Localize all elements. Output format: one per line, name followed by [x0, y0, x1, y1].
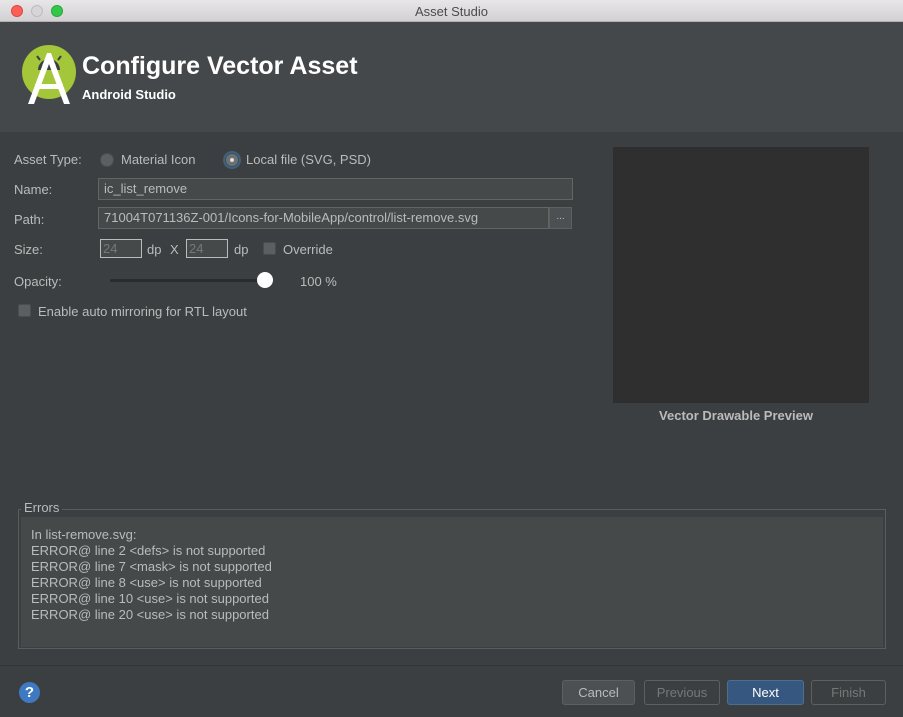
opacity-slider-knob[interactable] [257, 272, 273, 288]
error-line: ERROR@ line 8 <use> is not supported [31, 575, 262, 590]
finish-button[interactable]: Finish [811, 680, 886, 705]
width-unit-label: dp [147, 242, 162, 257]
opacity-slider-track[interactable] [110, 279, 273, 282]
window-titlebar: Asset Studio [0, 0, 903, 22]
previous-button[interactable]: Previous [644, 680, 720, 705]
errors-text-area[interactable]: In list-remove.svg: ERROR@ line 2 <defs>… [21, 517, 883, 647]
size-label: Size: [14, 242, 43, 257]
android-studio-logo-icon [22, 45, 76, 104]
auto-mirroring-label: Enable auto mirroring for RTL layout [38, 304, 247, 319]
error-line: ERROR@ line 20 <use> is not supported [31, 607, 269, 622]
name-input[interactable]: ic_list_remove [98, 178, 573, 200]
cancel-button[interactable]: Cancel [562, 680, 635, 705]
override-checkbox[interactable] [263, 242, 276, 255]
path-label: Path: [14, 212, 45, 227]
asset-type-label: Asset Type: [14, 152, 82, 167]
local-file-radio-label: Local file (SVG, PSD) [246, 152, 371, 167]
material-icon-radio-label: Material Icon [121, 152, 196, 167]
error-line: In list-remove.svg: [31, 527, 137, 542]
dialog-header: Configure Vector Asset Android Studio [0, 22, 903, 132]
dialog-title: Configure Vector Asset [82, 52, 358, 80]
height-unit-label: dp [234, 242, 249, 257]
error-line: ERROR@ line 10 <use> is not supported [31, 591, 269, 606]
path-input[interactable]: 71004T071136Z-001/Icons-for-MobileApp/co… [98, 207, 549, 229]
dialog-subtitle: Android Studio [82, 87, 176, 102]
error-line: ERROR@ line 7 <mask> is not supported [31, 559, 272, 574]
material-icon-radio[interactable] [100, 153, 114, 167]
error-line: ERROR@ line 2 <defs> is not supported [31, 543, 266, 558]
help-icon[interactable]: ? [19, 682, 40, 703]
auto-mirroring-checkbox[interactable] [18, 304, 31, 317]
footer-divider [0, 665, 903, 666]
width-input[interactable]: 24 [100, 239, 142, 258]
errors-title: Errors [21, 500, 63, 515]
name-label: Name: [14, 182, 53, 197]
size-separator: X [170, 242, 179, 257]
next-button[interactable]: Next [727, 680, 804, 705]
opacity-value: 100 % [300, 274, 337, 289]
vector-drawable-preview [613, 147, 869, 403]
opacity-label: Opacity: [14, 274, 62, 289]
override-label: Override [283, 242, 333, 257]
local-file-radio[interactable] [225, 153, 239, 167]
height-input[interactable]: 24 [186, 239, 228, 258]
preview-caption: Vector Drawable Preview [659, 408, 813, 423]
browse-path-button[interactable]: ... [549, 207, 572, 229]
window-title: Asset Studio [415, 4, 488, 19]
